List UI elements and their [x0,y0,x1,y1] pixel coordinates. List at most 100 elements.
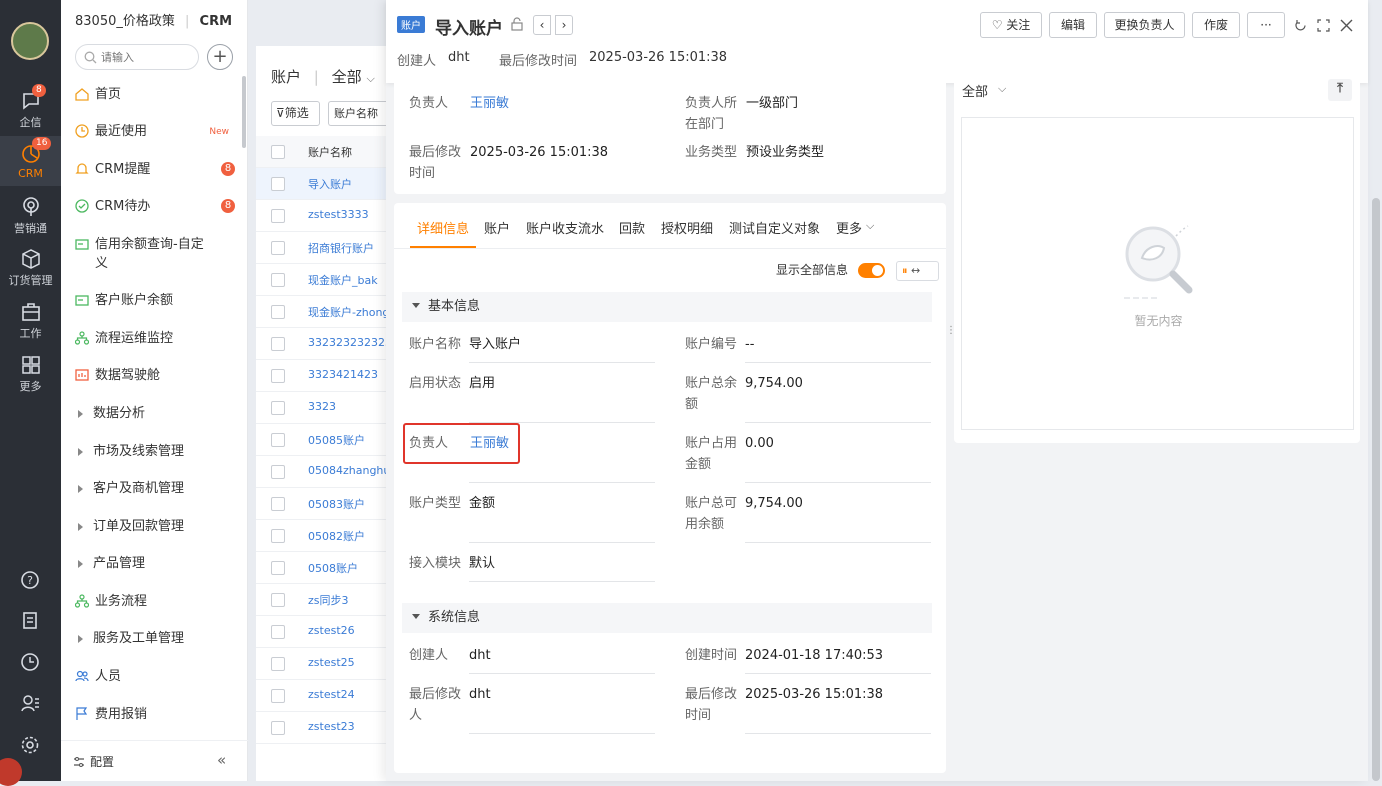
account-name-link[interactable]: zstest23 [308,720,386,733]
row-checkbox[interactable] [271,401,285,415]
row-checkbox[interactable] [271,593,285,607]
pin-top-button[interactable]: ⤒ [1328,79,1352,101]
table-row[interactable]: 0508账户 [256,552,386,584]
search-box[interactable] [75,44,199,70]
row-checkbox[interactable] [271,337,285,351]
tab-ledger[interactable]: 账户收支流水 [526,218,604,237]
more-actions-button[interactable]: ··· [1247,12,1285,38]
sidebar-item-crm-todo[interactable]: CRM待办 8 [75,197,235,216]
edit-button[interactable]: 编辑 [1049,12,1097,38]
rail-item-qixin[interactable]: 企信 8 [0,84,61,130]
table-row[interactable]: 3323421423 [256,360,386,392]
sidebar-item-account-balance[interactable]: 客户账户余额 [75,291,235,310]
row-checkbox[interactable] [271,625,285,639]
row-checkbox[interactable] [271,657,285,671]
section-basic-info[interactable]: 基本信息 [402,292,932,322]
next-record-button[interactable]: › [555,15,573,35]
tab-authorization[interactable]: 授权明细 [661,218,713,237]
tab-account[interactable]: 账户 [484,218,510,237]
search-input[interactable] [101,49,191,66]
scope-select[interactable]: 全部 [332,68,362,86]
table-row[interactable]: 05082账户 [256,520,386,552]
show-all-toggle[interactable] [858,263,885,278]
change-owner-button[interactable]: 更换负责人 [1104,12,1185,38]
account-name-link[interactable]: 05085账户 [308,432,386,448]
collapse-icon[interactable]: « [217,751,226,769]
clock-icon[interactable] [20,652,40,672]
account-name-link[interactable]: zstest3333 [308,208,386,221]
tab-custom-object[interactable]: 测试自定义对象 [729,218,820,237]
prev-record-button[interactable]: ‹ [533,15,551,35]
row-checkbox[interactable] [271,369,285,383]
account-name-link[interactable]: 05084zhanghu [308,464,386,477]
layout-toggle[interactable]: ⏸ ↔ [896,261,939,281]
sidebar-item-business-flow[interactable]: 业务流程 [75,592,235,611]
sidebar-item-orders[interactable]: 订单及回款管理 [75,517,235,536]
user-avatar[interactable] [11,22,49,60]
table-row[interactable]: 导入账户 [256,168,386,200]
owner-link[interactable]: 王丽敏 [470,433,509,454]
account-name-link[interactable]: 3323421423 [308,368,386,381]
table-row[interactable]: zstest24 [256,680,386,712]
add-button[interactable]: + [207,44,233,70]
field-select[interactable]: 账户名称 [328,101,386,126]
sidebar-item-recent[interactable]: 最近使用 New [75,122,235,141]
row-checkbox[interactable] [271,209,285,223]
tab-detail[interactable]: 详细信息 [417,218,469,237]
table-row[interactable]: 3323 [256,392,386,424]
sidebar-item-credit-query[interactable]: 信用余额查询-自定义 [75,235,210,273]
refresh-icon[interactable] [1294,19,1307,32]
row-checkbox[interactable] [271,177,285,191]
settings-icon[interactable] [20,735,40,755]
follow-button[interactable]: ♡ 关注 [980,12,1042,38]
sidebar-item-people[interactable]: 人员 [75,667,235,686]
row-checkbox[interactable] [271,273,285,287]
row-checkbox[interactable] [271,721,285,735]
sidebar-item-customers[interactable]: 客户及商机管理 [75,479,235,498]
sidebar-scrollbar[interactable] [242,76,246,148]
table-row[interactable]: 05083账户 [256,488,386,520]
filter-button[interactable]: ⊽筛选 [271,101,320,126]
table-row[interactable]: zstest23 [256,712,386,744]
account-name-link[interactable]: zstest25 [308,656,386,669]
lock-icon[interactable] [510,17,524,31]
row-checkbox[interactable] [271,241,285,255]
account-name-link[interactable]: zs同步3 [308,592,386,608]
sidebar-item-crm-reminder[interactable]: CRM提醒 8 [75,160,235,179]
table-row[interactable]: 05085账户 [256,424,386,456]
account-name-link[interactable]: 3323232323234 [308,336,386,349]
sidebar-item-marketing[interactable]: 市场及线索管理 [75,442,235,461]
table-row[interactable]: zstest26 [256,616,386,648]
table-row[interactable]: 05084zhanghu [256,456,386,488]
row-checkbox[interactable] [271,305,285,319]
account-name-link[interactable]: 05083账户 [308,496,386,512]
sidebar-item-expense[interactable]: 费用报销 [75,705,235,724]
tab-more[interactable]: 更多 [836,218,862,237]
owner-link[interactable]: 王丽敏 [470,93,509,114]
account-name-link[interactable]: zstest24 [308,688,386,701]
account-name-link[interactable]: 现金账户_bak [308,272,386,288]
row-checkbox[interactable] [271,433,285,447]
account-name-link[interactable]: 现金账户-zhong [308,304,386,320]
sidebar-item-data-analysis[interactable]: 数据分析 [75,404,235,423]
sidebar-item-service[interactable]: 服务及工单管理 [75,629,235,648]
table-row[interactable]: zstest25 [256,648,386,680]
account-name-link[interactable]: 0508账户 [308,560,386,576]
contacts-icon[interactable] [20,693,40,713]
sidebar-item-products[interactable]: 产品管理 [75,554,235,573]
sidebar-item-data-cockpit[interactable]: 数据驾驶舱 [75,366,235,385]
table-row[interactable]: 招商银行账户 [256,232,386,264]
sidebar-item-process-monitor[interactable]: 流程运维监控 [75,329,235,348]
config-button[interactable]: 配置 [73,753,114,770]
resize-handle[interactable]: ⋮ [946,320,956,342]
document-icon[interactable] [20,611,40,631]
page-scrollbar[interactable] [1372,198,1380,781]
help-icon[interactable]: ? [20,570,40,590]
table-row[interactable]: zstest3333 [256,200,386,232]
row-checkbox[interactable] [271,561,285,575]
account-name-link[interactable]: 05082账户 [308,528,386,544]
account-name-link[interactable]: 导入账户 [308,176,386,192]
rail-item-marketing[interactable]: 营销通 [0,196,61,236]
table-row[interactable]: 3323232323234 [256,328,386,360]
rail-item-ordering[interactable]: 订货管理 [0,248,61,288]
